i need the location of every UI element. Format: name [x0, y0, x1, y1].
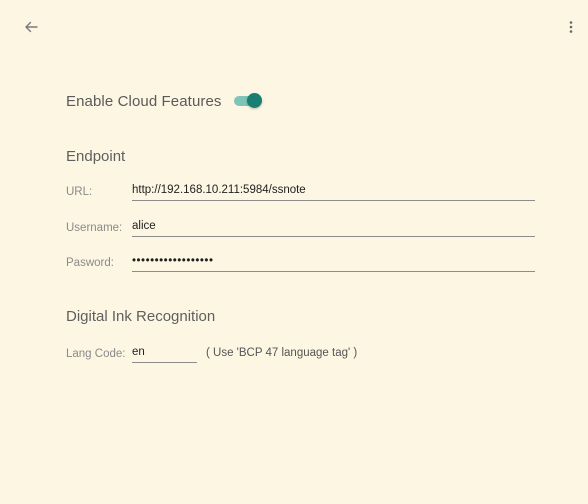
settings-screen: Enable Cloud Features Endpoint URL: http… [0, 0, 588, 504]
url-row: URL: http://192.168.10.211:5984/ssnote [66, 180, 535, 202]
cloud-features-label: Enable Cloud Features [66, 92, 222, 110]
password-value: •••••••••••••••••• [132, 255, 214, 267]
back-button[interactable] [18, 16, 44, 42]
lang-code-label: Lang Code: [66, 348, 126, 360]
password-row: Pasword: •••••••••••••••••• [66, 251, 535, 273]
url-value: http://192.168.10.211:5984/ssnote [132, 184, 306, 196]
username-label: Username: [66, 222, 123, 234]
url-label: URL: [66, 186, 93, 198]
password-field[interactable]: •••••••••••••••••• [132, 251, 535, 272]
url-field[interactable]: http://192.168.10.211:5984/ssnote [132, 180, 535, 201]
cloud-features-toggle[interactable] [233, 93, 262, 108]
ink-recognition-section-title: Digital Ink Recognition [66, 308, 216, 325]
username-field[interactable]: alice [132, 216, 535, 237]
lang-code-hint: ( Use 'BCP 47 language tag' ) [206, 347, 358, 359]
password-label: Pasword: [66, 257, 114, 269]
lang-code-field[interactable]: en [132, 342, 197, 363]
username-row: Username: alice [66, 216, 535, 238]
username-value: alice [132, 220, 156, 232]
toggle-thumb [246, 93, 262, 108]
cloud-features-row: Enable Cloud Features [66, 89, 262, 113]
settings-panel: Enable Cloud Features Endpoint URL: http… [0, 0, 588, 504]
top-bar [0, 0, 588, 56]
arrow-left-icon [24, 20, 38, 39]
endpoint-section-title: Endpoint [66, 148, 126, 165]
lang-code-row: Lang Code: en ( Use 'BCP 47 language tag… [66, 342, 357, 364]
overflow-menu-button[interactable] [560, 16, 582, 42]
more-vertical-icon [569, 20, 573, 39]
lang-code-value: en [132, 346, 145, 358]
